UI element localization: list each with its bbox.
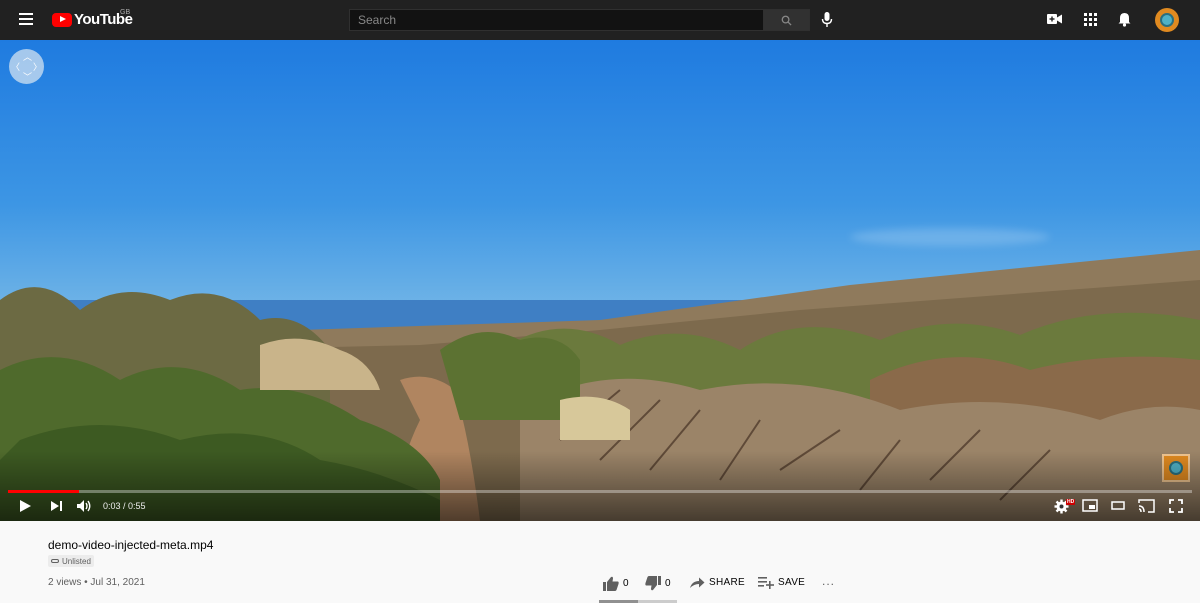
pan-right-icon[interactable]: 〉 <box>33 60 42 73</box>
video-title: demo-video-injected-meta.mp4 <box>48 538 214 552</box>
hd-badge: HD <box>1066 499 1076 505</box>
search-bar <box>349 9 810 31</box>
hamburger-icon[interactable] <box>19 13 33 25</box>
pan-left-icon[interactable]: 〈 <box>11 60 20 73</box>
user-avatar[interactable] <box>1155 8 1179 32</box>
visibility-label: Unlisted <box>62 556 91 566</box>
bell-icon[interactable] <box>1118 12 1131 27</box>
progress-bar[interactable] <box>8 490 1192 493</box>
share-label: SHARE <box>709 577 745 588</box>
video-camera-plus-icon[interactable] <box>1047 13 1062 25</box>
video-player[interactable]: ︿ 〈 〉 ﹀ 0:03 / 0:55 HD <box>0 40 1200 521</box>
save-button[interactable]: SAVE <box>758 576 805 589</box>
region-code: GB <box>120 9 131 16</box>
like-button[interactable]: 0 <box>603 576 629 591</box>
share-button[interactable]: SHARE <box>689 576 745 589</box>
play-icon <box>20 500 31 512</box>
next-icon <box>51 501 62 511</box>
360-navigation-pad[interactable]: ︿ 〈 〉 ﹀ <box>9 49 44 84</box>
play-button[interactable] <box>18 499 32 518</box>
cast-icon <box>1138 499 1155 513</box>
more-actions-button[interactable]: ... <box>822 574 835 588</box>
volume-icon <box>77 500 91 512</box>
time-display: 0:03 / 0:55 <box>103 501 146 511</box>
thumbs-up-icon <box>603 576 619 591</box>
visibility-badge: Unlisted <box>48 555 94 567</box>
theater-icon <box>1111 501 1125 510</box>
progress-played <box>8 490 80 493</box>
volume-button[interactable] <box>76 499 92 518</box>
miniplayer-button[interactable] <box>1082 499 1098 517</box>
avatar-image <box>1160 13 1174 27</box>
like-count: 0 <box>623 578 629 589</box>
search-input[interactable] <box>349 9 764 31</box>
thumbs-down-icon <box>645 576 661 591</box>
search-button[interactable] <box>764 9 810 31</box>
controls-gradient <box>0 451 1200 521</box>
apps-grid-icon[interactable] <box>1084 13 1097 26</box>
theater-mode-button[interactable] <box>1111 499 1125 517</box>
pan-down-icon[interactable]: ﹀ <box>23 70 32 83</box>
save-label: SAVE <box>778 577 806 588</box>
youtube-play-icon <box>52 12 72 27</box>
masthead: YouTube GB <box>0 0 1200 40</box>
search-icon <box>781 15 792 26</box>
add-to-playlist-icon <box>758 577 774 589</box>
dislike-button[interactable]: 0 <box>645 576 671 591</box>
dislike-count: 0 <box>665 578 671 589</box>
link-icon <box>51 559 59 563</box>
video-meta: 2 views • Jul 31, 2021 <box>48 577 145 588</box>
fullscreen-button[interactable] <box>1169 499 1183 518</box>
miniplayer-icon <box>1082 499 1098 512</box>
next-button[interactable] <box>50 499 63 518</box>
mic-icon[interactable] <box>820 11 834 29</box>
cast-button[interactable] <box>1138 499 1155 518</box>
fullscreen-icon <box>1169 499 1183 513</box>
share-icon <box>690 577 705 588</box>
more-icon: ... <box>822 574 836 588</box>
pan-up-icon[interactable]: ︿ <box>23 50 32 63</box>
